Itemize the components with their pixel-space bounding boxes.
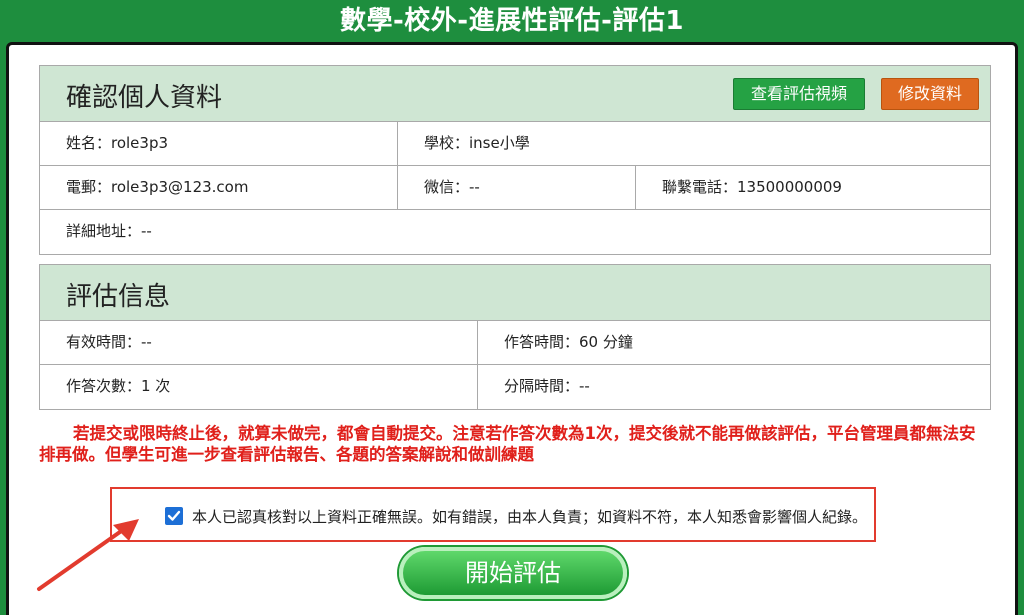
confirm-text: 本人已認真核對以上資料正確無誤。如有錯誤，由本人負責；如資料不符，本人知悉會影響… (192, 508, 868, 526)
main-panel: 確認個人資料 查看評估視頻 修改資料 姓名：role3p3 學校：inse小學 … (6, 42, 1018, 615)
phone-field: 聯繫電話：13500000009 (635, 166, 992, 209)
email-field: 電郵：role3p3@123.com (66, 178, 249, 196)
submission-notice: 若提交或限時終止後，就算未做完，都會自動提交。注意若作答次數為1次，提交後就不能… (39, 424, 976, 464)
valid-time-field: 有效時間：-- (66, 333, 152, 351)
assessment-heading: 評估信息 (66, 282, 171, 312)
attempts-field: 作答次數：1 次 (66, 377, 171, 395)
interval-field: 分隔時間：-- (477, 365, 992, 409)
school-field: 學校：inse小學 (397, 122, 992, 165)
answer-time-field: 作答時間：60 分鐘 (477, 321, 992, 364)
profile-heading: 確認個人資料 (66, 83, 223, 113)
profile-section: 確認個人資料 查看評估視頻 修改資料 姓名：role3p3 學校：inse小學 … (39, 65, 991, 255)
view-video-button[interactable]: 查看評估視頻 (733, 78, 865, 110)
address-field: 詳細地址：-- (66, 222, 152, 240)
profile-row: 詳細地址：-- (40, 210, 990, 254)
start-assessment-button[interactable]: 開始評估 (399, 547, 627, 599)
name-field: 姓名：role3p3 (66, 134, 169, 152)
confirm-checkbox[interactable] (165, 507, 183, 525)
profile-row: 電郵：role3p3@123.com 微信：-- 聯繫電話：1350000000… (40, 166, 990, 210)
profile-section-header: 確認個人資料 查看評估視頻 修改資料 (40, 66, 990, 122)
assessment-row: 有效時間：-- 作答時間：60 分鐘 (40, 321, 990, 365)
assessment-row: 作答次數：1 次 分隔時間：-- (40, 365, 990, 409)
wechat-field: 微信：-- (397, 166, 635, 209)
edit-profile-button[interactable]: 修改資料 (881, 78, 979, 110)
check-icon (167, 510, 181, 521)
assessment-section: 評估信息 有效時間：-- 作答時間：60 分鐘 作答次數：1 次 分隔時間：-- (39, 264, 991, 410)
page-title: 數學-校外-進展性評估-評估1 (340, 6, 684, 36)
pointer-arrow-icon (37, 519, 139, 591)
profile-row: 姓名：role3p3 學校：inse小學 (40, 122, 990, 166)
confirmation-box: 本人已認真核對以上資料正確無誤。如有錯誤，由本人負責；如資料不符，本人知悉會影響… (110, 487, 876, 542)
assessment-section-header: 評估信息 (40, 265, 990, 321)
